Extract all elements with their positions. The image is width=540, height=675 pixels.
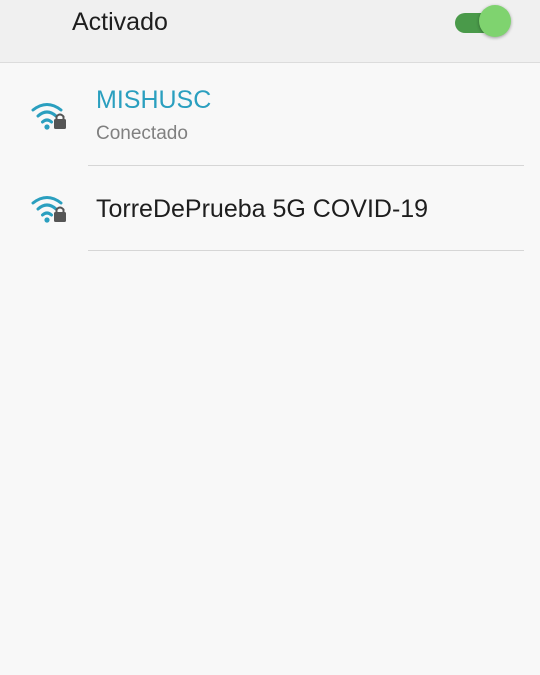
- wifi-locked-icon: [31, 103, 66, 130]
- wifi-toggle-row[interactable]: Activado: [0, 0, 540, 63]
- wifi-toggle-label: Activado: [72, 8, 168, 36]
- toggle-thumb: [479, 5, 511, 37]
- network-item-torredeprueba[interactable]: TorreDePrueba 5G COVID-19: [0, 166, 540, 251]
- divider: [88, 250, 524, 251]
- network-name: TorreDePrueba 5G COVID-19: [96, 195, 429, 223]
- network-item-mishusc[interactable]: MISHUSC Conectado: [0, 64, 540, 166]
- wifi-locked-icon: [31, 196, 66, 223]
- wifi-toggle-switch[interactable]: [455, 5, 513, 39]
- network-status: Conectado: [96, 123, 188, 144]
- network-name: MISHUSC: [96, 86, 212, 114]
